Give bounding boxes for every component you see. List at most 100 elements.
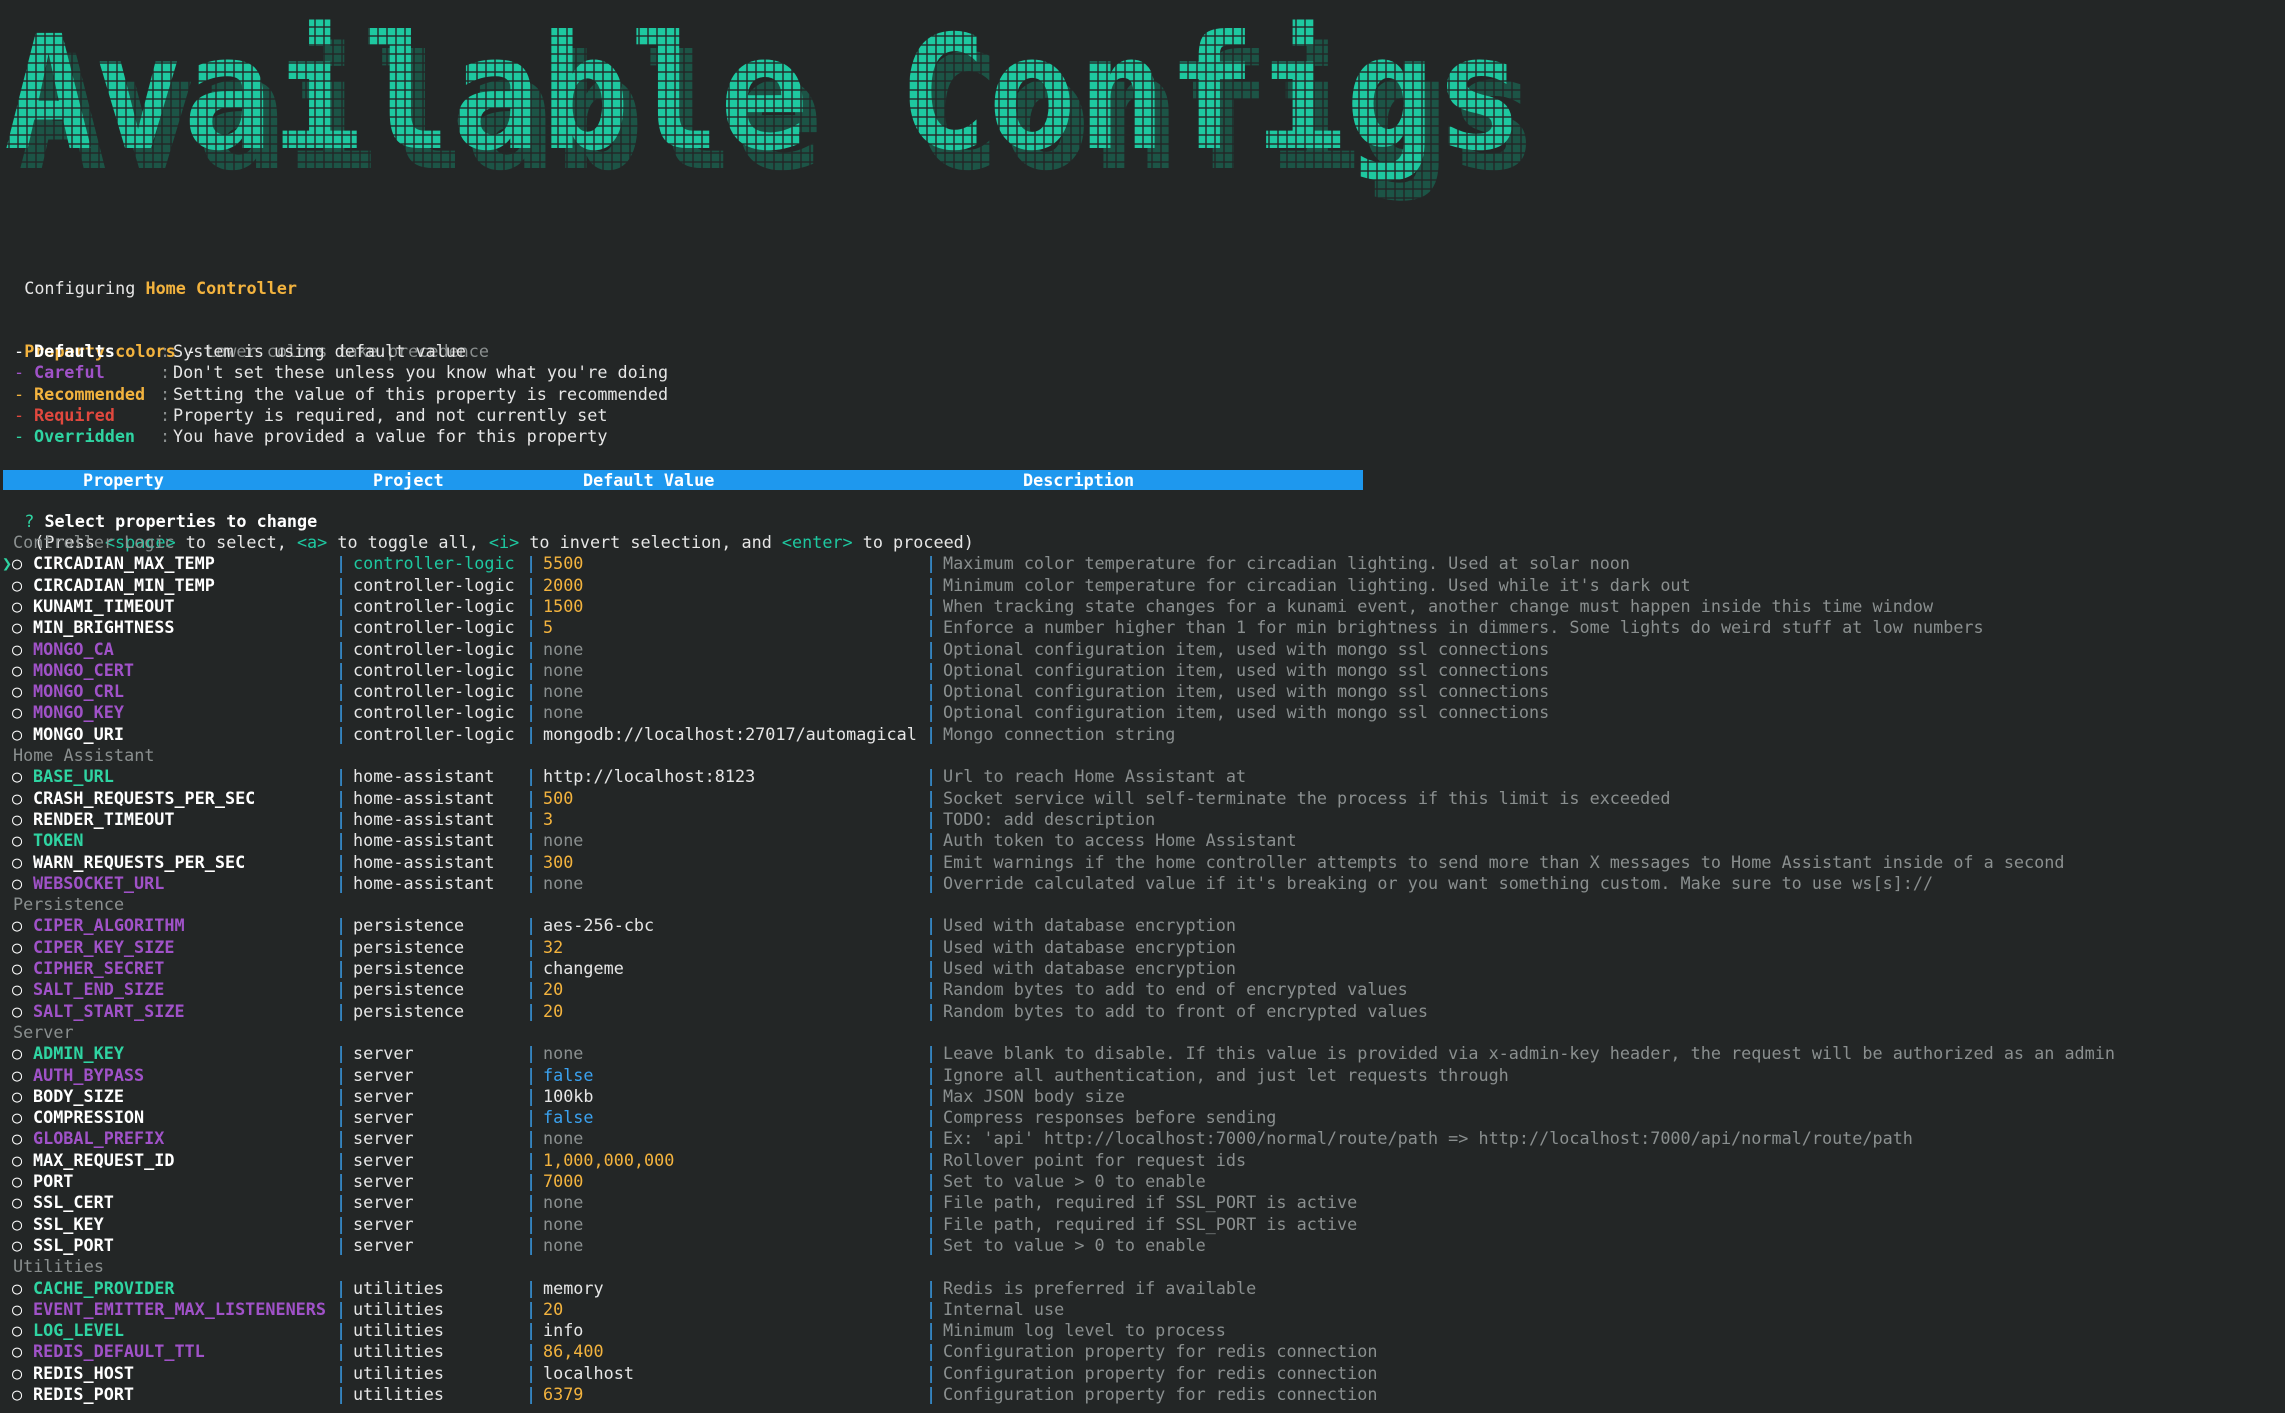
property-row[interactable]: ○ BASE_URL | home-assistant | http://localhos… [4, 766, 2274, 787]
help-text: to toggle all, [327, 532, 489, 552]
property-row[interactable]: ○ PORT | server | 7000 | Set to value > 0 to en… [4, 1171, 2274, 1192]
empty-circle-icon[interactable]: ○ [12, 1384, 22, 1405]
empty-circle-icon[interactable]: ○ [12, 575, 22, 596]
property-row[interactable]: ○ TOKEN | home-assistant | none | Auth token to… [4, 830, 2274, 851]
column-separator: | [526, 553, 537, 574]
property-row[interactable]: ○ REDIS_PORT | utilities | 6379 | Configuration… [4, 1384, 2274, 1405]
empty-circle-icon[interactable]: ○ [12, 830, 22, 851]
property-row[interactable]: ○ BODY_SIZE | server | 100kb | Max JSON body si… [4, 1086, 2274, 1107]
property-name: CIRCADIAN_MIN_TEMP [33, 574, 215, 595]
property-description: File path, required if SSL_PORT is activ… [943, 1213, 1358, 1234]
empty-circle-icon[interactable]: ○ [12, 702, 22, 723]
column-separator: | [526, 1064, 537, 1085]
property-name: TOKEN [33, 830, 84, 851]
empty-circle-icon[interactable]: ○ [12, 1192, 22, 1213]
property-default-value: none [543, 1043, 584, 1064]
empty-circle-icon[interactable]: ○ [12, 979, 22, 1000]
empty-circle-icon[interactable]: ○ [12, 766, 22, 787]
property-row[interactable]: ○ REDIS_DEFAULT_TTL | utilities | 86,400 | Conf… [4, 1341, 2274, 1362]
empty-circle-icon[interactable]: ○ [12, 1065, 22, 1086]
empty-circle-icon[interactable]: ○ [12, 639, 22, 660]
group-header: Controller Logic [13, 532, 175, 552]
column-separator: | [336, 979, 347, 1000]
empty-circle-icon[interactable]: ○ [12, 1128, 22, 1149]
property-row[interactable]: ○ CIPER_KEY_SIZE | persistence | 32 | Used with… [4, 937, 2274, 958]
property-row[interactable]: ○ SALT_END_SIZE | persistence | 20 | Random byt… [4, 979, 2274, 1000]
column-separator: | [526, 1043, 537, 1064]
property-row[interactable]: ○ CIPER_ALGORITHM | persistence | aes-256-cbc… [4, 915, 2274, 936]
property-row[interactable]: ○ MONGO_CERT | controller-logic | none | Option… [4, 660, 2274, 681]
empty-circle-icon[interactable]: ○ [12, 915, 22, 936]
property-default-value: 2000 [543, 574, 584, 595]
empty-circle-icon[interactable]: ○ [12, 1299, 22, 1320]
property-row[interactable]: ○ GLOBAL_PREFIX | server | none | Ex: 'api' htt… [4, 1128, 2274, 1149]
property-description: Max JSON body size [943, 1085, 1125, 1106]
property-description: Configuration property for redis connect… [943, 1384, 1378, 1404]
empty-circle-icon[interactable]: ○ [12, 1214, 22, 1235]
property-row[interactable]: ○ MIN_BRIGHTNESS | controller-logic | 5 | Enfor… [4, 617, 2274, 638]
column-separator: | [926, 851, 937, 872]
empty-circle-icon[interactable]: ○ [12, 1150, 22, 1171]
property-default-value: none [543, 659, 584, 680]
property-row[interactable]: ○ SALT_START_SIZE | persistence | 20 | Random b… [4, 1001, 2274, 1022]
column-separator: | [336, 851, 347, 872]
property-row[interactable]: ❯ ○ CIRCADIAN_MAX_TEMP | controller-logic | 55… [2, 553, 2274, 574]
column-separator: | [336, 766, 347, 787]
empty-circle-icon[interactable]: ○ [12, 1320, 22, 1341]
property-row[interactable]: ○ CIRCADIAN_MIN_TEMP | controller-logic | 200… [4, 575, 2274, 596]
property-name: EVENT_EMITTER_MAX_LISTENENERS [33, 1298, 326, 1319]
property-row[interactable]: ○ WARN_REQUESTS_PER_SEC | home-assistant | 30… [4, 852, 2274, 873]
column-separator: | [336, 1107, 347, 1128]
column-separator: | [336, 595, 347, 616]
column-separator: | [526, 1320, 537, 1341]
empty-circle-icon[interactable]: ○ [12, 1043, 22, 1064]
header-description: Description [1023, 470, 1135, 490]
property-row[interactable]: ○ CRASH_REQUESTS_PER_SEC | home-assistant | 5… [4, 788, 2274, 809]
property-row[interactable]: ○ MAX_REQUEST_ID | server | 1,000,000,000 | Rol… [4, 1150, 2274, 1171]
column-separator: | [526, 1341, 537, 1362]
empty-circle-icon[interactable]: ○ [12, 788, 22, 809]
empty-circle-icon[interactable]: ○ [12, 617, 22, 638]
empty-circle-icon[interactable]: ○ [12, 852, 22, 873]
property-row[interactable]: ○ WEBSOCKET_URL | home-assistant | none | Overr… [4, 873, 2274, 894]
empty-circle-icon[interactable]: ○ [12, 873, 22, 894]
empty-circle-icon[interactable]: ○ [12, 1107, 22, 1128]
empty-circle-icon[interactable]: ○ [12, 553, 22, 574]
empty-circle-icon[interactable]: ○ [12, 937, 22, 958]
legend-name: Defaults [34, 341, 115, 361]
empty-circle-icon[interactable]: ○ [12, 1086, 22, 1107]
property-row[interactable]: ○ ADMIN_KEY | server | none | Leave blank to di… [4, 1043, 2274, 1064]
property-row[interactable]: ○ SSL_CERT | server | none | File path, require… [4, 1192, 2274, 1213]
property-row[interactable]: ○ CACHE_PROVIDER | utilities | memory | Redis i… [4, 1278, 2274, 1299]
property-row[interactable]: ○ CIPHER_SECRET | persistence | changeme | Used… [4, 958, 2274, 979]
empty-circle-icon[interactable]: ○ [12, 1341, 22, 1362]
property-row[interactable]: ○ MONGO_CA | controller-logic | none | Optional… [4, 639, 2274, 660]
empty-circle-icon[interactable]: ○ [12, 1278, 22, 1299]
property-row[interactable]: ○ MONGO_URI | controller-logic | mongodb://lo… [4, 724, 2274, 745]
empty-circle-icon[interactable]: ○ [12, 681, 22, 702]
empty-circle-icon[interactable]: ○ [12, 596, 22, 617]
empty-circle-icon[interactable]: ○ [12, 1171, 22, 1192]
column-separator: | [926, 723, 937, 744]
empty-circle-icon[interactable]: ○ [12, 660, 22, 681]
empty-circle-icon[interactable]: ○ [12, 958, 22, 979]
property-row[interactable]: ○ MONGO_KEY | controller-logic | none | Optiona… [4, 702, 2274, 723]
property-row[interactable]: ○ SSL_KEY | server | none | File path, required… [4, 1214, 2274, 1235]
empty-circle-icon[interactable]: ○ [12, 1235, 22, 1256]
empty-circle-icon[interactable]: ○ [12, 1363, 22, 1384]
empty-circle-icon[interactable]: ○ [12, 724, 22, 745]
property-project: controller-logic [353, 638, 515, 659]
property-row[interactable]: ○ KUNAMI_TIMEOUT | controller-logic | 1500 | Wh… [4, 596, 2274, 617]
property-row[interactable]: ○ LOG_LEVEL | utilities | info | Minimum log le… [4, 1320, 2274, 1341]
prompt-question: ? Select properties to change [4, 490, 317, 531]
property-description: Configuration property for redis connect… [943, 1341, 1378, 1362]
property-row[interactable]: ○ COMPRESSION | server | false | Compress respo… [4, 1107, 2274, 1128]
property-row[interactable]: ○ RENDER_TIMEOUT | home-assistant | 3 | TODO: a… [4, 809, 2274, 830]
empty-circle-icon[interactable]: ○ [12, 809, 22, 830]
property-row[interactable]: ○ AUTH_BYPASS | server | false | Ignore all aut… [4, 1065, 2274, 1086]
property-row[interactable]: ○ MONGO_CRL | controller-logic | none | Optiona… [4, 681, 2274, 702]
property-row[interactable]: ○ EVENT_EMITTER_MAX_LISTENENERS | utilities… [4, 1299, 2274, 1320]
property-row[interactable]: ○ REDIS_HOST | utilities | localhost | Configur… [4, 1363, 2274, 1384]
empty-circle-icon[interactable]: ○ [12, 1001, 22, 1022]
property-row[interactable]: ○ SSL_PORT | server | none | Set to value > 0 t… [4, 1235, 2274, 1256]
